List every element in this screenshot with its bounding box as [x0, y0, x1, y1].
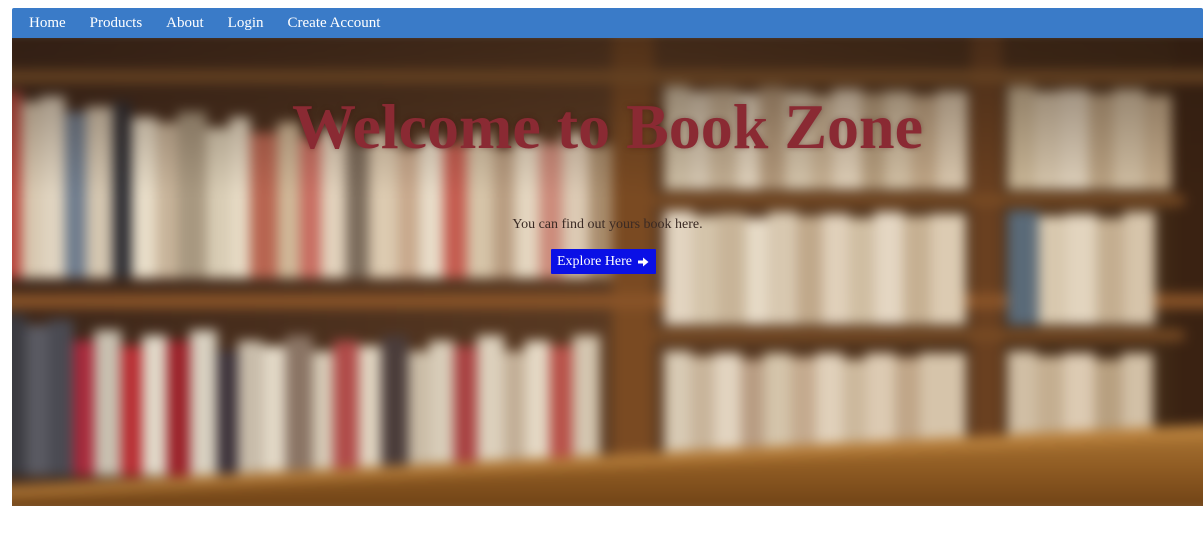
- hero-banner: Welcome to Book Zone You can find out yo…: [12, 38, 1203, 506]
- top-navbar: Home Products About Login Create Account: [12, 8, 1203, 38]
- page: Home Products About Login Create Account: [0, 0, 1203, 543]
- nav-home-link[interactable]: Home: [29, 15, 66, 32]
- hero-subtitle: You can find out yours book here.: [512, 217, 703, 232]
- nav-create-account-link[interactable]: Create Account: [288, 15, 381, 32]
- hero-title: Welcome to Book Zone: [291, 91, 924, 162]
- hero-content: Welcome to Book Zone You can find out yo…: [12, 38, 1203, 506]
- nav-about-link[interactable]: About: [166, 15, 204, 32]
- nav-products-link[interactable]: Products: [90, 15, 143, 32]
- explore-button-label: Explore Here: [557, 253, 633, 269]
- arrow-right-circle-icon: [638, 257, 649, 266]
- nav-login-link[interactable]: Login: [228, 15, 264, 32]
- explore-here-button[interactable]: Explore Here: [551, 249, 657, 274]
